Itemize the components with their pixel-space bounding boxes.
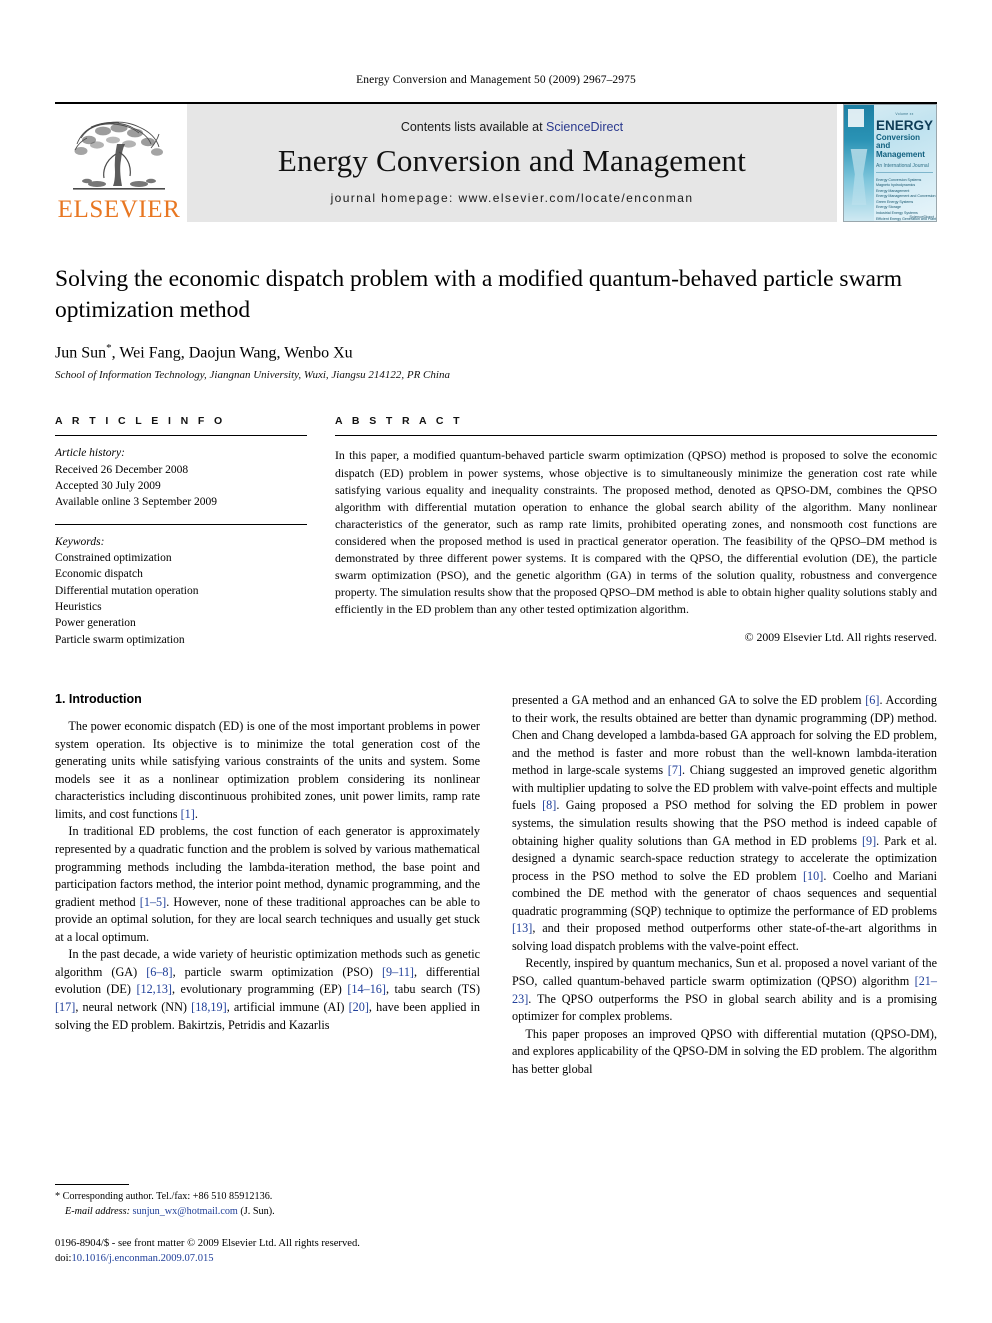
cover-elsevier-mark-icon (848, 109, 864, 127)
citation-ref[interactable]: [17] (55, 1000, 75, 1014)
article-history-item: Received 26 December 2008 (55, 463, 189, 476)
citation-ref[interactable]: [21–23] (512, 974, 937, 1006)
cover-sciencedirect-brand: ScienceDirect (909, 214, 934, 219)
footnote-email-owner: (J. Sun). (240, 1205, 275, 1217)
cover-eyebrow: Volume xx (895, 112, 914, 116)
keywords-group: Keywords: Constrained optimization Econo… (55, 534, 307, 648)
keyword-item: Power generation (55, 617, 136, 630)
keywords-label: Keywords: (55, 535, 105, 548)
article-info-column: A R T I C L E I N F O Article history: R… (55, 415, 307, 648)
doi-line: doi:10.1016/j.enconman.2009.07.015 (55, 1251, 360, 1266)
cover-subtitle-line1: Conversion and (876, 132, 921, 150)
body-column-left: 1. Introduction The power economic dispa… (55, 692, 480, 1078)
cover-tagline: An International Journal (876, 163, 933, 173)
affiliation: School of Information Technology, Jiangn… (55, 369, 450, 382)
footnote-marker: * (55, 1191, 61, 1202)
journal-cover-thumbnail[interactable]: Volume xx ENERGY Conversion and Manageme… (843, 104, 937, 222)
citation-ref[interactable]: [6–8] (146, 965, 172, 979)
email-link[interactable]: sunjun_wx@hotmail.com (133, 1206, 238, 1217)
paragraph: In traditional ED problems, the cost fun… (55, 824, 480, 944)
corresponding-author-footnote: * Corresponding author. Tel./fax: +86 51… (55, 1184, 480, 1220)
footnote-rule (55, 1184, 129, 1185)
running-head: Energy Conversion and Management 50 (200… (356, 74, 636, 86)
citation-ref[interactable]: [9] (862, 834, 876, 848)
abstract-copyright: © 2009 Elsevier Ltd. All rights reserved… (744, 630, 937, 645)
keyword-item: Heuristics (55, 601, 102, 614)
paragraph: presented a GA method and an enhanced GA… (512, 693, 938, 953)
citation-ref[interactable]: [14–16] (347, 982, 386, 996)
article-info-heading: A R T I C L E I N F O (55, 415, 226, 428)
paragraph: This paper proposes an improved QPSO wit… (512, 1026, 937, 1076)
paragraph: The power economic dispatch (ED) is one … (55, 719, 480, 821)
cover-body: Volume xx ENERGY Conversion and Manageme… (876, 108, 936, 221)
citation-ref[interactable]: [13] (512, 921, 532, 935)
author-list: Jun Sun*, Wei Fang, Daojun Wang, Wenbo X… (55, 342, 937, 362)
title-block: Solving the economic dispatch problem wi… (55, 264, 937, 381)
journal-homepage-link[interactable]: journal homepage: www.elsevier.com/locat… (331, 191, 694, 205)
doi-prefix: doi: (55, 1253, 72, 1265)
paragraph: In the past decade, a wide variety of he… (55, 947, 481, 1032)
elsevier-logo: ELSEVIER (55, 104, 183, 222)
article-history-label: Article history: (55, 447, 125, 460)
page-footer: 0196-8904/$ - see front matter © 2009 El… (55, 1236, 360, 1266)
author-rest: , Wei Fang, Daojun Wang, Wenbo Xu (111, 344, 353, 362)
body-columns: 1. Introduction The power economic dispa… (55, 692, 937, 1078)
citation-ref[interactable]: [1] (181, 807, 195, 821)
keyword-item: Constrained optimization (55, 552, 172, 565)
article-history-group: Article history: Received 26 December 20… (55, 445, 307, 510)
article-info-rule (55, 435, 307, 437)
doi-link[interactable]: 10.1016/j.enconman.2009.07.015 (71, 1253, 213, 1264)
journal-title: Energy Conversion and Management (277, 142, 747, 178)
contents-prefix: Contents lists available at (400, 119, 547, 134)
sciencedirect-link[interactable]: ScienceDirect (546, 120, 623, 134)
front-matter-line: 0196-8904/$ - see front matter © 2009 El… (55, 1238, 360, 1249)
author-primary: Jun Sun (55, 344, 107, 362)
abstract-column: A B S T R A C T In this paper, a modifie… (335, 415, 937, 648)
footnote-email-row: E-mail address: sunjun_wx@hotmail.com (J… (55, 1205, 480, 1220)
body-column-right: presented a GA method and an enhanced GA… (512, 692, 937, 1078)
abstract-rule (335, 435, 937, 437)
page-title: Solving the economic dispatch problem wi… (55, 266, 903, 323)
citation-ref[interactable]: [8] (542, 798, 556, 812)
citation-ref[interactable]: [10] (803, 869, 823, 883)
cover-subtitle-line2: Management (876, 150, 925, 160)
citation-ref[interactable]: [1–5] (140, 895, 166, 909)
keyword-item: Particle swarm optimization (55, 633, 185, 646)
elsevier-tree-icon (73, 121, 165, 190)
citation-ref[interactable]: [20] (349, 1000, 369, 1014)
abstract-heading: A B S T R A C T (335, 415, 463, 428)
citation-ref[interactable]: [12,13] (136, 982, 172, 996)
journal-banner: Contents lists available at ScienceDirec… (187, 104, 837, 222)
paragraph: Recently, inspired by quantum mechanics,… (512, 956, 937, 1024)
info-abstract-section: A R T I C L E I N F O Article history: R… (55, 415, 937, 648)
article-info-separator (55, 523, 307, 525)
article-history-item: Available online 3 September 2009 (55, 496, 218, 509)
citation-ref[interactable]: [6] (865, 693, 879, 707)
paper-page: Energy Conversion and Management 50 (200… (0, 0, 992, 1323)
citation-ref[interactable]: [9–11] (382, 965, 414, 979)
cover-title: ENERGY (876, 118, 934, 133)
footnote-corresponding-text: Corresponding author. Tel./fax: +86 510 … (62, 1191, 273, 1202)
contents-available-line: Contents lists available at ScienceDirec… (401, 120, 623, 134)
article-history-item: Accepted 30 July 2009 (55, 480, 161, 493)
keyword-item: Differential mutation operation (55, 584, 199, 597)
citation-ref[interactable]: [18,19] (191, 1000, 227, 1014)
elsevier-wordmark: ELSEVIER (57, 196, 181, 223)
journal-masthead: ELSEVIER Contents lists available at Sci… (55, 102, 937, 222)
keyword-item: Economic dispatch (55, 568, 143, 581)
citation-ref[interactable]: [7] (668, 763, 682, 777)
section-heading-introduction: 1. Introduction (55, 692, 142, 707)
abstract-text: In this paper, a modified quantum-behave… (335, 448, 937, 617)
footnote-corresponding-row: * Corresponding author. Tel./fax: +86 51… (55, 1190, 480, 1205)
footnote-email-label: E-mail address: (65, 1205, 130, 1217)
